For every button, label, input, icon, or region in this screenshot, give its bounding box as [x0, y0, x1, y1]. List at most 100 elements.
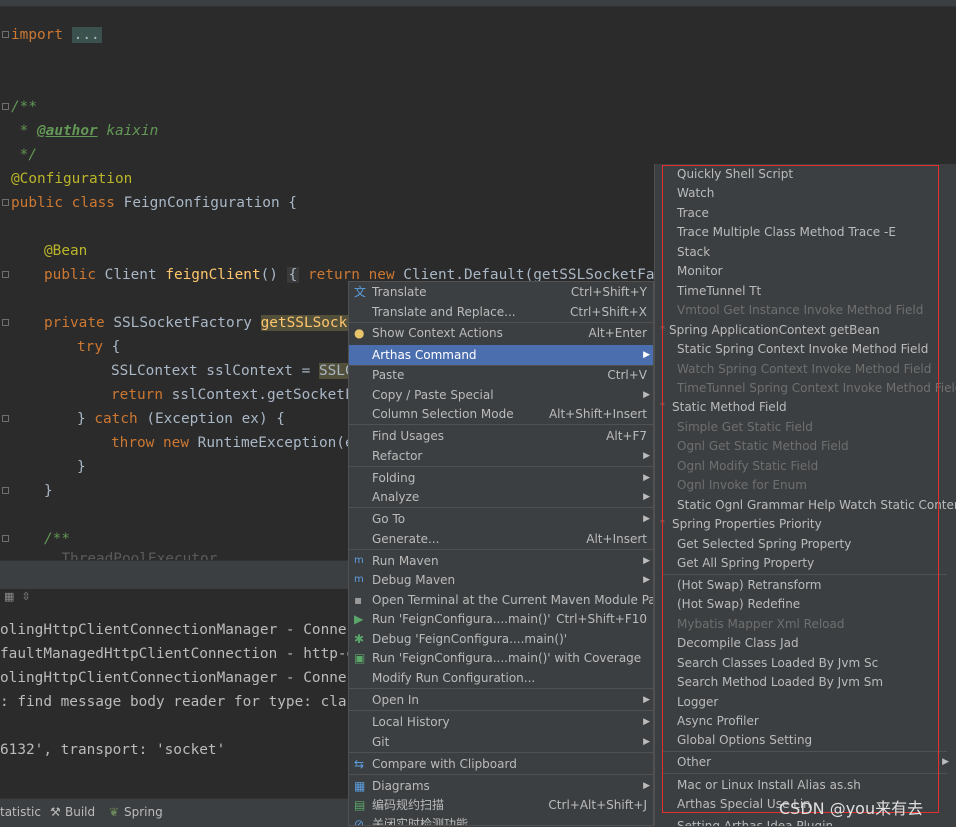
menu-item-translate-replace[interactable]: Translate and Replace... Ctrl+Shift+X [349, 302, 653, 322]
submenu-item[interactable]: Mac or Linux Install Alias as.sh [655, 775, 955, 795]
menu-item-debug-main[interactable]: ✱ Debug 'FeignConfigura....main()' [349, 629, 653, 649]
submenu-item[interactable]: Monitor [655, 261, 955, 281]
menu-item-copy-paste-special[interactable]: Copy / Paste Special ▶ [349, 385, 653, 405]
fold-marker-icon[interactable] [2, 415, 9, 422]
submenu-arrow-icon: ▶ [643, 695, 650, 705]
keyword: new [163, 435, 189, 451]
submenu-item[interactable]: Global Options Setting [655, 730, 955, 750]
submenu-item-label: (Hot Swap) Retransform [677, 578, 822, 592]
submenu-item[interactable]: Get Selected Spring Property [655, 534, 955, 554]
fold-marker-icon[interactable] [2, 535, 9, 542]
submenu-item[interactable]: Vmtool Get Instance Invoke Method Field [655, 300, 955, 320]
submenu-item[interactable]: * Static Method Field [655, 397, 955, 417]
code-line-author: * @author kaixin [11, 120, 159, 142]
build-tab[interactable]: Build [65, 799, 95, 827]
menu-item-show-context-actions[interactable]: ● Show Context Actions Alt+Enter [349, 323, 653, 343]
submenu-item[interactable]: Trace [655, 203, 955, 223]
menu-item-diagrams[interactable]: ▦ Diagrams ▶ [349, 776, 653, 796]
submenu-item[interactable]: Ognl Get Static Method Field [655, 436, 955, 456]
menu-item-run-maven[interactable]: m Run Maven ▶ [349, 551, 653, 571]
submenu-item[interactable]: Stack [655, 242, 955, 262]
submenu-item[interactable]: Watch [655, 183, 955, 203]
submenu-item[interactable]: Search Method Loaded By Jvm Sm [655, 672, 955, 692]
tool-window-icons: ▦ ⇳ [4, 590, 31, 603]
annotation: @Configuration [11, 171, 133, 187]
star-icon: * [660, 401, 665, 412]
submenu-item-label: Async Profiler [677, 714, 759, 728]
collapse-icon[interactable]: ⇳ [21, 590, 30, 603]
submenu-item-other[interactable]: Other ▶ [655, 752, 955, 772]
menu-item-analyze[interactable]: Analyze ▶ [349, 487, 653, 507]
submenu-arrow-icon: ▶ [643, 781, 650, 791]
code-text: sslContext.getSocketFa [162, 387, 363, 403]
menu-item-git[interactable]: Git ▶ [349, 732, 653, 752]
menu-item-open-terminal[interactable]: ▪ Open Terminal at the Current Maven Modu… [349, 590, 653, 610]
spring-tab[interactable]: Spring [124, 799, 163, 827]
submenu-item[interactable]: Get All Spring Property [655, 553, 955, 573]
menu-item-label: Run 'FeignConfigura....main()' with Cove… [372, 651, 642, 665]
submenu-item[interactable]: Watch Spring Context Invoke Method Field [655, 359, 955, 379]
submenu-item[interactable]: Mybatis Mapper Xml Reload [655, 614, 955, 634]
submenu-item-label: Spring ApplicationContext getBean [669, 323, 880, 337]
menu-item-modify-run-config[interactable]: Modify Run Configuration... [349, 668, 653, 688]
menu-item-local-history[interactable]: Local History ▶ [349, 712, 653, 732]
submenu-item-label: Monitor [677, 264, 723, 278]
fold-marker-icon[interactable] [2, 271, 9, 278]
menu-item-column-selection[interactable]: Column Selection Mode Alt+Shift+Insert [349, 404, 653, 424]
console-line: olingHttpClientConnectionManager - Conne… [0, 622, 373, 638]
menu-item-run-main[interactable]: ▶ Run 'FeignConfigura....main()' Ctrl+Shif… [349, 609, 653, 629]
menu-item-translate[interactable]: 文 Translate Ctrl+Shift+Y [349, 282, 653, 302]
submenu-item[interactable]: * Spring Properties Priority [655, 514, 955, 534]
menu-item-folding[interactable]: Folding ▶ [349, 468, 653, 488]
menu-item-paste[interactable]: Paste Ctrl+V [349, 365, 653, 385]
menu-item-label: 关闭实时检测功能 [372, 817, 469, 826]
doc-comment: /** [44, 531, 70, 547]
submenu-item[interactable]: Trace Multiple Class Method Trace -E [655, 222, 955, 242]
submenu-item[interactable]: Ognl Invoke for Enum [655, 475, 955, 495]
submenu-item[interactable]: Async Profiler [655, 711, 955, 731]
menu-item-debug-maven[interactable]: m Debug Maven ▶ [349, 570, 653, 590]
submenu-item[interactable]: TimeTunnel Spring Context Invoke Method … [655, 378, 956, 398]
fold-marker-icon[interactable] [2, 319, 9, 326]
scan-icon: ▤ [354, 798, 366, 812]
keyword: try [77, 339, 103, 355]
code-text: } [77, 411, 95, 427]
submenu-item[interactable]: Quickly Shell Script [655, 164, 955, 184]
menu-item-refactor[interactable]: Refactor ▶ [349, 446, 653, 466]
menu-item-run-coverage[interactable]: ▣ Run 'FeignConfigura....main()' with Cov… [349, 648, 653, 668]
code-line-ssl-method: private SSLSocketFactory getSSLSocket [44, 312, 365, 334]
submenu-item[interactable]: TimeTunnel Tt [655, 281, 955, 301]
submenu-item[interactable]: * Spring ApplicationContext getBean [655, 320, 955, 340]
submenu-item[interactable]: Simple Get Static Field [655, 417, 955, 437]
menu-item-disable-realtime[interactable]: ⊘ 关闭实时检测功能 [349, 814, 653, 826]
menu-item-open-in[interactable]: Open In ▶ [349, 690, 653, 710]
submenu-item[interactable]: (Hot Swap) Retransform [655, 575, 955, 595]
statistic-tab[interactable]: tatistic [0, 799, 41, 827]
menu-item-compare-clipboard[interactable]: ⇆ Compare with Clipboard [349, 754, 653, 774]
menu-item-go-to[interactable]: Go To ▶ [349, 509, 653, 529]
submenu-item[interactable]: Logger [655, 692, 955, 712]
menu-item-code-scan[interactable]: ▤ 编码规约扫描 Ctrl+Alt+Shift+J [349, 795, 653, 815]
menu-item-generate[interactable]: Generate... Alt+Insert [349, 529, 653, 549]
submenu-item[interactable]: (Hot Swap) Redefine [655, 594, 955, 614]
fold-marker-icon[interactable] [2, 199, 9, 206]
folded-imports[interactable]: ... [71, 27, 102, 43]
menu-separator [349, 774, 653, 775]
fold-marker-icon[interactable] [2, 103, 9, 110]
fold-marker-icon[interactable] [2, 31, 9, 38]
grid-icon[interactable]: ▦ [4, 590, 14, 603]
maven-icon: m [354, 555, 364, 566]
submenu-item[interactable]: Search Classes Loaded By Jvm Sc [655, 653, 955, 673]
code-line-partial: ThreadPoolExecutor [44, 548, 217, 560]
submenu-item[interactable]: Decompile Class Jad [655, 633, 955, 653]
fold-marker-icon[interactable] [2, 487, 9, 494]
submenu-item[interactable]: Ognl Modify Static Field [655, 456, 955, 476]
menu-item-arthas-command[interactable]: Arthas Command ▶ [349, 345, 653, 365]
submenu-item[interactable]: Static Spring Context Invoke Method Fiel… [655, 339, 955, 359]
disable-icon: ⊘ [354, 817, 365, 826]
menu-item-find-usages[interactable]: Find Usages Alt+F7 [349, 426, 653, 446]
submenu-item-label: Mybatis Mapper Xml Reload [677, 617, 845, 631]
submenu-item[interactable]: Static Ognl Grammar Help Watch Static Co… [655, 495, 956, 515]
keyword: private [44, 315, 105, 331]
keyword: import [11, 27, 63, 43]
